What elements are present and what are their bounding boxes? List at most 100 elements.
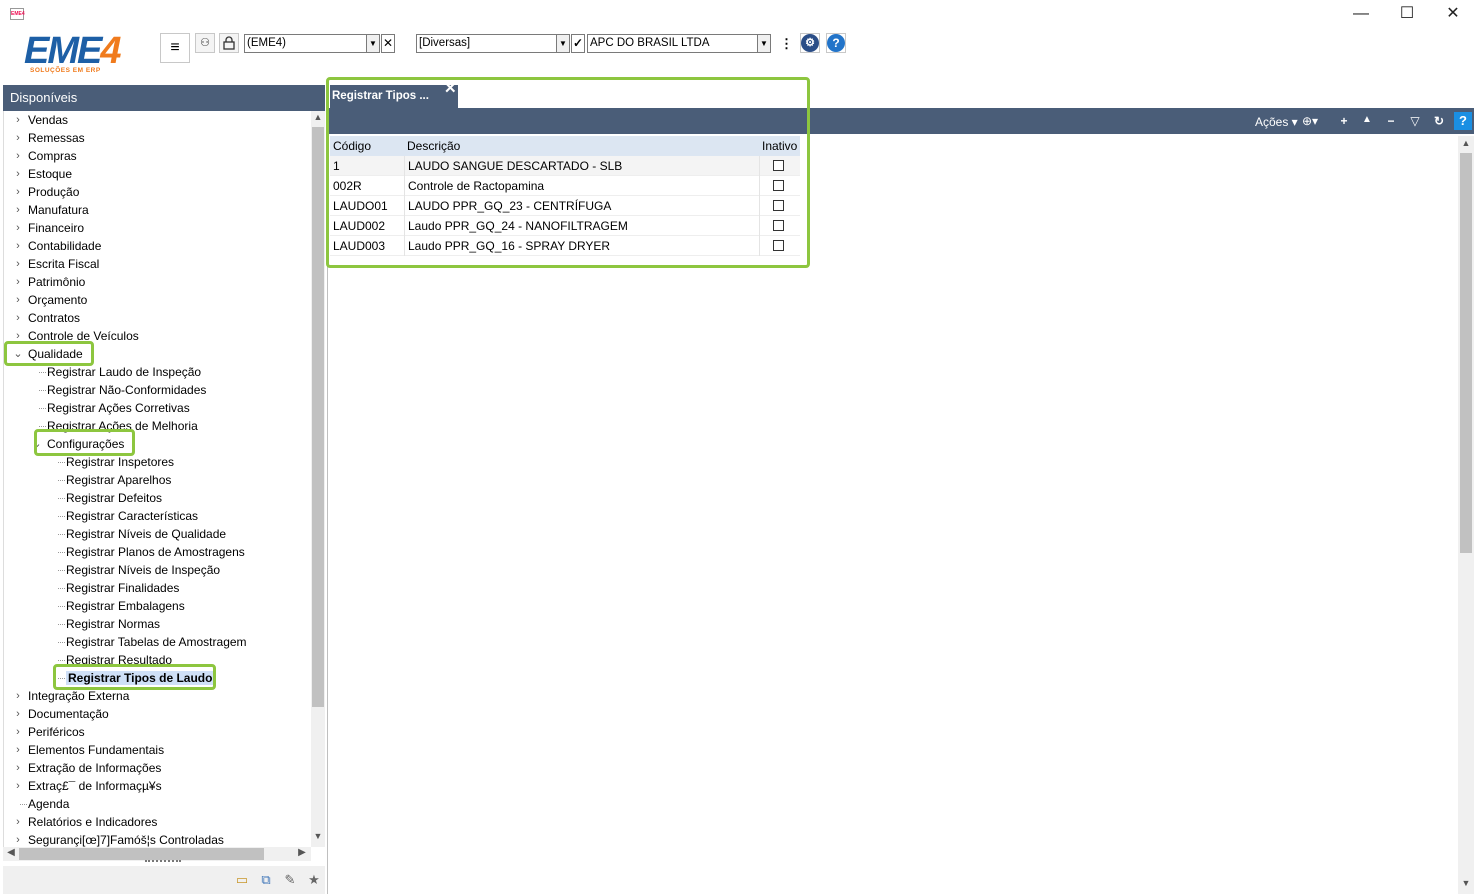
scroll-up-arrow[interactable]: ▲ [311, 112, 325, 126]
expanded-chevron-icon[interactable]: ⌄ [31, 435, 43, 453]
close-window-button[interactable]: ✕ [1430, 0, 1474, 30]
tree-item[interactable]: Registrar Características [58, 507, 198, 525]
collapsed-chevron-icon[interactable]: › [12, 291, 24, 309]
tree-item[interactable]: › Estoque [16, 165, 72, 183]
collapsed-chevron-icon[interactable]: › [12, 183, 24, 201]
tree-item[interactable]: › Compras [16, 147, 77, 165]
database-combo[interactable]: (EME4) [244, 34, 367, 53]
expanded-chevron-icon[interactable]: ⌄ [12, 345, 24, 363]
scroll-left-arrow[interactable]: ◀ [4, 847, 18, 861]
collapsed-chevron-icon[interactable]: › [12, 237, 24, 255]
collapsed-chevron-icon[interactable]: › [12, 111, 24, 129]
tree-item[interactable]: Registrar Planos de Amostragens [58, 543, 245, 561]
tree-item[interactable]: › Financeiro [16, 219, 84, 237]
lock-icon[interactable] [219, 33, 239, 53]
tree-vertical-scroll-thumb[interactable] [312, 127, 324, 707]
tree-item[interactable]: › Vendas [16, 111, 68, 129]
collapsed-chevron-icon[interactable]: › [12, 165, 24, 183]
tree-item[interactable]: › Extração de Informações [16, 759, 161, 777]
column-header-descricao[interactable]: Descrição [407, 136, 460, 156]
collapsed-chevron-icon[interactable]: › [12, 777, 24, 795]
copy-icon[interactable]: ⧉ [258, 872, 274, 888]
tree-item[interactable]: Registrar Níveis de Inspeção [58, 561, 220, 579]
column-header-codigo[interactable]: Código [333, 136, 371, 156]
tree-item[interactable]: › Segurançi[œ]7]Famóš¦s Controladas [16, 831, 224, 847]
table-row[interactable]: LAUD003 Laudo PPR_GQ_16 - SPRAY DRYER [330, 236, 800, 256]
table-row[interactable]: 002R Controle de Ractopamina [330, 176, 800, 196]
tree-item[interactable]: Registrar Inspetores [58, 453, 174, 471]
database-clear-button[interactable]: ✕ [381, 34, 395, 53]
add-icon[interactable]: + [1336, 114, 1352, 128]
tree-item[interactable]: Registrar Ações de Melhoria [39, 417, 198, 435]
collapsed-chevron-icon[interactable]: › [12, 723, 24, 741]
tab-close-icon[interactable]: ✕ [444, 81, 458, 96]
tree-item[interactable]: › Contratos [16, 309, 80, 327]
tree-item[interactable]: › Escrita Fiscal [16, 255, 99, 273]
category-combo-arrow[interactable]: ▼ [556, 34, 570, 53]
tree-item[interactable]: Registrar Embalagens [58, 597, 185, 615]
confirm-button[interactable]: ✓ [571, 34, 585, 53]
tree-item[interactable]: › Manufatura [16, 201, 89, 219]
tree-item[interactable]: › Relatórios e Indicadores [16, 813, 157, 831]
tree-item[interactable]: Registrar Finalidades [58, 579, 179, 597]
star-icon[interactable]: ★ [306, 872, 322, 888]
tree-item[interactable]: Registrar Defeitos [58, 489, 162, 507]
tree-item[interactable]: Agenda [20, 795, 69, 813]
scroll-right-arrow[interactable]: ▶ [295, 847, 309, 861]
tree-item[interactable]: › Remessas [16, 129, 85, 147]
tree-item[interactable]: Registrar Ações Corretivas [39, 399, 190, 417]
collapsed-chevron-icon[interactable]: › [12, 831, 24, 847]
actions-menu[interactable]: Ações ▾ [1255, 115, 1298, 129]
inativo-checkbox[interactable] [773, 180, 784, 191]
collapsed-chevron-icon[interactable]: › [12, 741, 24, 759]
tree-item[interactable]: › Controle de Veículos [16, 327, 139, 345]
splitter-grip[interactable] [145, 860, 181, 864]
tree-item[interactable]: › Extraç£¯ de Informaçµ¥s [16, 777, 161, 795]
collapsed-chevron-icon[interactable]: › [12, 327, 24, 345]
remove-icon[interactable]: − [1383, 114, 1399, 128]
panel-divider[interactable] [327, 85, 328, 894]
tree-item[interactable]: Registrar Aparelhos [58, 471, 171, 489]
refresh-icon[interactable]: ↻ [1431, 114, 1447, 128]
database-combo-arrow[interactable]: ▼ [366, 34, 380, 53]
tree-item[interactable]: › Elementos Fundamentais [16, 741, 164, 759]
collapsed-chevron-icon[interactable]: › [12, 687, 24, 705]
collapsed-chevron-icon[interactable]: › [12, 219, 24, 237]
tree-item[interactable]: ⌄ Qualidade [13, 345, 82, 363]
collapsed-chevron-icon[interactable]: › [12, 273, 24, 291]
collapsed-chevron-icon[interactable]: › [12, 147, 24, 165]
help-button[interactable]: ? [826, 33, 846, 53]
main-vertical-scrollbar[interactable]: ▲ ▼ [1458, 136, 1474, 894]
collapsed-chevron-icon[interactable]: › [12, 129, 24, 147]
settings-icon[interactable]: ⚙ [800, 33, 820, 53]
table-row[interactable]: LAUD002 Laudo PPR_GQ_24 - NANOFILTRAGEM [330, 216, 800, 236]
tree-item[interactable]: › Documentação [16, 705, 109, 723]
collapsed-chevron-icon[interactable]: › [12, 759, 24, 777]
help-icon[interactable]: ? [1454, 112, 1472, 130]
inativo-checkbox[interactable] [773, 200, 784, 211]
collapsed-chevron-icon[interactable]: › [12, 813, 24, 831]
scroll-down-arrow[interactable]: ▼ [311, 831, 325, 845]
column-header-inativo[interactable]: Inativo [762, 136, 797, 156]
tree-horizontal-scroll-thumb[interactable] [19, 848, 264, 860]
tree-item[interactable]: › Orçamento [16, 291, 87, 309]
tab-registrar-tipos[interactable]: Registrar Tipos ... [330, 85, 458, 108]
edit-icon[interactable]: ✎ [282, 872, 298, 888]
tree-horizontal-scrollbar[interactable]: ◀ ▶ [3, 847, 311, 861]
tree-item[interactable]: › Contabilidade [16, 237, 101, 255]
main-menu-button[interactable]: ≡ [160, 33, 190, 63]
category-combo[interactable]: [Diversas] [416, 34, 557, 53]
users-icon[interactable]: ⚇ [195, 33, 215, 53]
tree-vertical-scrollbar[interactable]: ▲ ▼ [311, 111, 325, 847]
main-scroll-up-arrow[interactable]: ▲ [1458, 138, 1474, 152]
tree-item[interactable]: › Integração Externa [16, 687, 129, 705]
tree-item[interactable]: Registrar Laudo de Inspeção [39, 363, 201, 381]
inativo-checkbox[interactable] [773, 240, 784, 251]
tree-item[interactable]: Registrar Tipos de Laudo [58, 669, 215, 687]
maximize-button[interactable]: ☐ [1384, 0, 1430, 30]
tree-item[interactable]: ⌄ Configurações [32, 435, 124, 453]
tree-item[interactable]: › Periféricos [16, 723, 85, 741]
table-row[interactable]: LAUDO01 LAUDO PPR_GQ_23 - CENTRÍFUGA [330, 196, 800, 216]
table-row[interactable]: 1 LAUDO SANGUE DESCARTADO - SLB [330, 156, 800, 176]
company-combo[interactable]: APC DO BRASIL LTDA [587, 34, 758, 53]
